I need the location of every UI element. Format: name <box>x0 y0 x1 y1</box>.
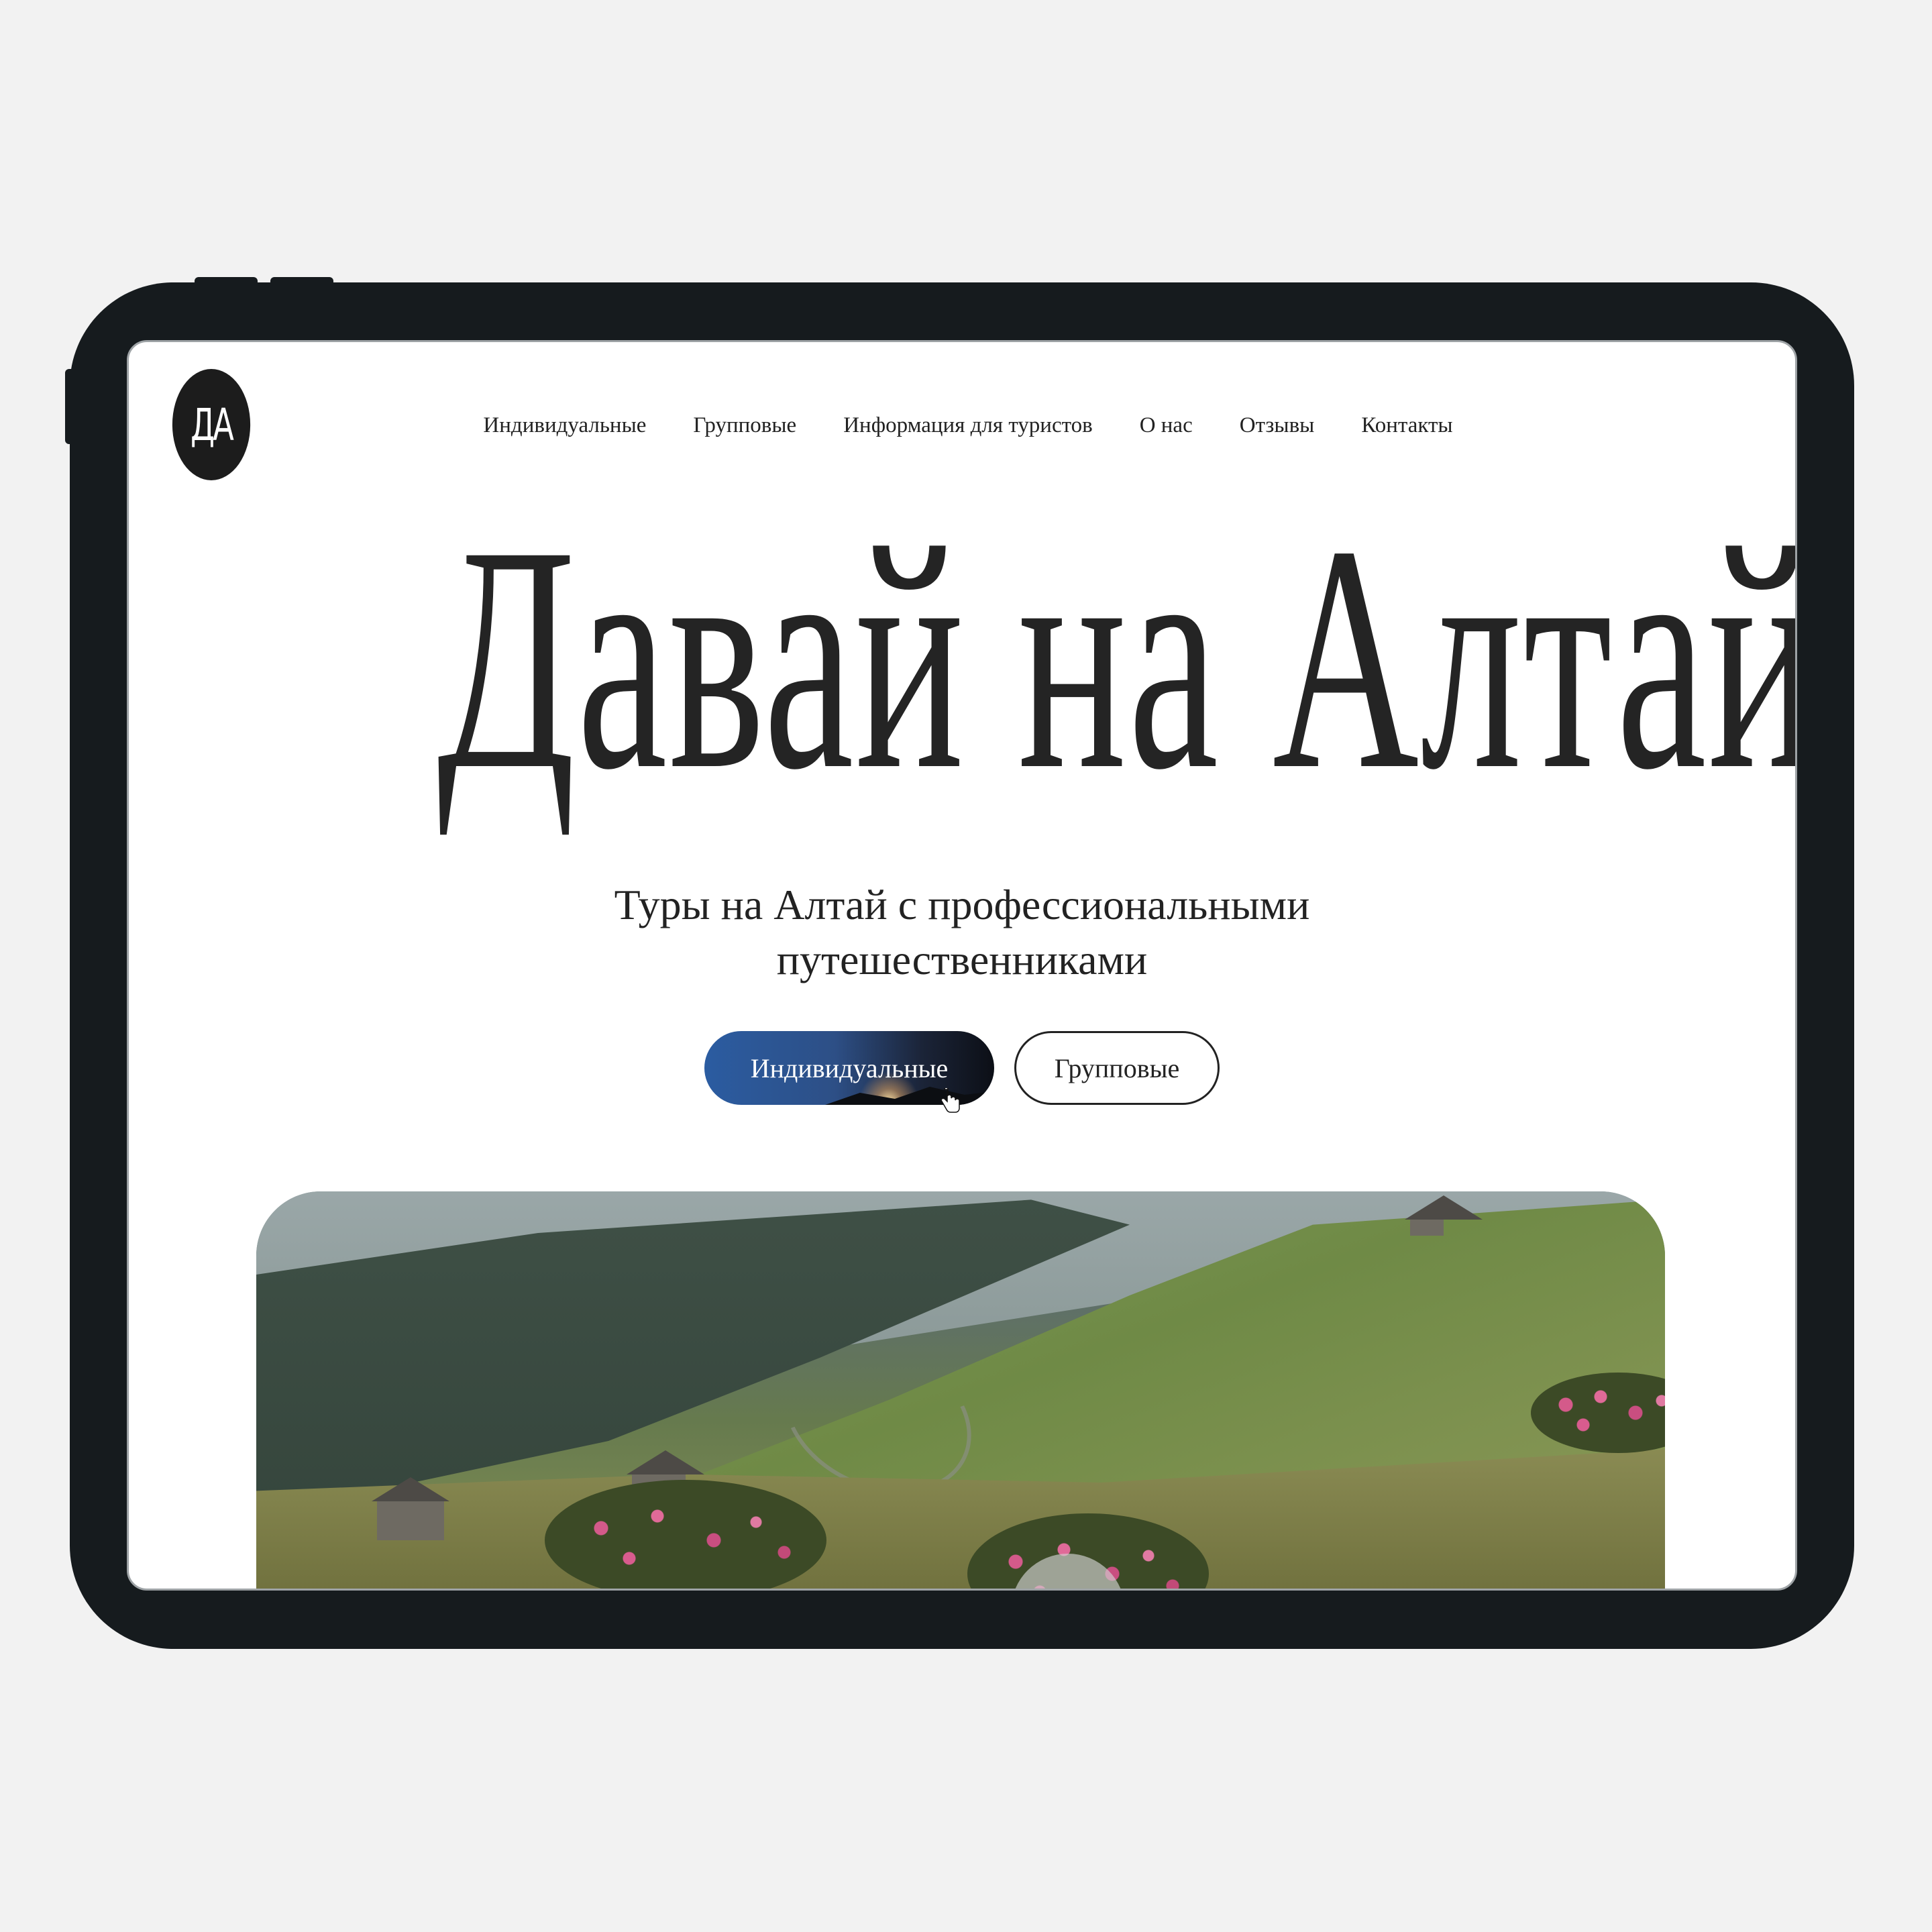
mountain-meadow-photo <box>256 1191 1665 1591</box>
nav-item-group[interactable]: Групповые <box>693 413 796 438</box>
nav-item-about[interactable]: О нас <box>1140 413 1193 438</box>
hero-headline: Давай на Алтай <box>437 479 1797 836</box>
hand-cursor-icon <box>941 1088 960 1113</box>
tablet-screen: ДА Индивидуальные Групповые Информация д… <box>127 340 1797 1591</box>
group-tours-button-label: Групповые <box>1054 1053 1180 1083</box>
nav-item-individual[interactable]: Индивидуальные <box>483 413 646 438</box>
hero-subtitle-line: путешественниками <box>776 936 1148 983</box>
hero-subtitle: Туры на Алтай с профессиональными путеше… <box>129 877 1795 987</box>
pause-icon <box>1070 1589 1075 1591</box>
tablet-top-button <box>270 277 333 286</box>
main-nav: Индивидуальные Групповые Информация для … <box>129 413 1795 438</box>
group-tours-button[interactable]: Групповые <box>1014 1031 1220 1105</box>
rhododendron-bush <box>545 1480 826 1589</box>
nav-item-contacts[interactable]: Контакты <box>1361 413 1452 438</box>
hero-subtitle-line: Туры на Алтай с профессиональными <box>614 881 1310 928</box>
mountain-hut <box>377 1500 444 1540</box>
individual-tours-button-label: Индивидуальные <box>750 1053 949 1083</box>
nav-item-tourist-info[interactable]: Информация для туристов <box>843 413 1092 438</box>
nav-item-reviews[interactable]: Отзывы <box>1240 413 1315 438</box>
tablet-side-button <box>65 369 74 444</box>
pause-icon <box>1058 1589 1063 1591</box>
mountain-hut <box>1410 1218 1444 1236</box>
tablet-top-button <box>195 277 258 286</box>
